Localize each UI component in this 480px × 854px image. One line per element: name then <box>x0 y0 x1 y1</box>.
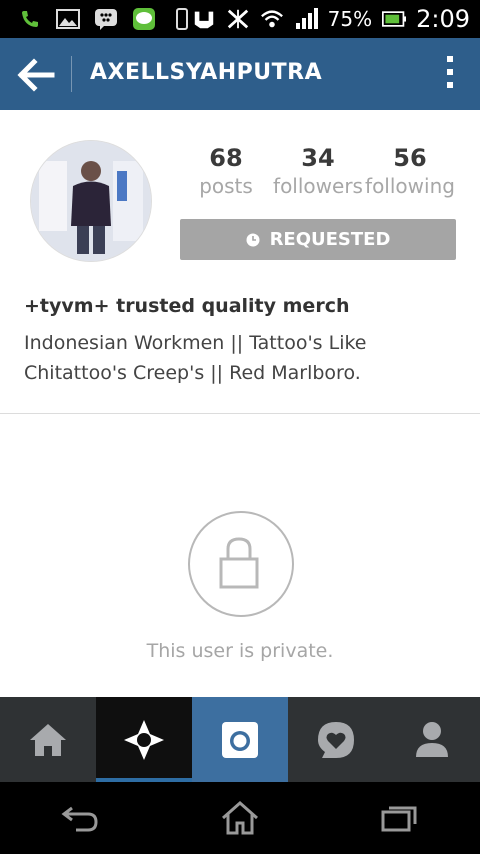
bio-line: Indonesian Workmen || Tattoo's Like <box>24 332 367 354</box>
following-count: 56 <box>393 144 427 172</box>
lock-icon <box>188 511 294 617</box>
posts-count: 68 <box>209 144 243 172</box>
wifi-icon <box>260 7 284 31</box>
system-back-icon[interactable] <box>60 802 100 834</box>
camera-icon <box>222 721 258 758</box>
bottom-tab-bar <box>0 697 480 782</box>
phone-device-icon <box>170 7 194 31</box>
battery-percent: 75% <box>327 7 373 31</box>
posts-stat: 68 posts <box>196 144 256 198</box>
tab-profile[interactable] <box>384 697 480 782</box>
bio-text: Indonesian Workmen || Tattoo's Like Chit… <box>24 328 464 388</box>
system-home-icon[interactable] <box>220 800 260 836</box>
section-divider <box>0 413 480 414</box>
home-icon <box>30 723 66 756</box>
explore-icon <box>124 719 164 760</box>
nfc-icon <box>192 7 216 31</box>
tab-activity[interactable] <box>288 697 384 782</box>
status-bar: 75% 2:09 <box>0 0 480 38</box>
overflow-menu-icon[interactable] <box>444 56 456 94</box>
requested-button-label: REQUESTED <box>269 229 391 250</box>
private-message: This user is private. <box>146 640 334 662</box>
tab-camera[interactable] <box>192 697 288 782</box>
gallery-icon <box>56 7 80 31</box>
following-label: following <box>365 174 455 198</box>
line-icon <box>132 7 156 31</box>
tab-explore[interactable] <box>96 697 192 782</box>
system-nav-bar <box>0 782 480 854</box>
page-title: AXELLSYAHPUTRA <box>90 60 323 85</box>
battery-icon <box>382 7 407 31</box>
clock: 2:09 <box>416 5 470 33</box>
clock-icon <box>246 233 260 246</box>
bbm-icon <box>94 7 118 31</box>
app-bar-divider <box>71 56 72 92</box>
bio-name: +tyvm+ trusted quality merch <box>24 295 350 317</box>
followers-count: 34 <box>301 144 335 172</box>
followers-stat[interactable]: 34 followers <box>272 144 364 198</box>
signal-icon <box>294 7 318 31</box>
phone-icon <box>18 7 42 31</box>
profile-icon <box>416 721 448 757</box>
requested-button[interactable]: REQUESTED <box>180 219 456 260</box>
recent-apps-icon[interactable] <box>380 802 420 834</box>
posts-label: posts <box>199 174 253 198</box>
following-stat[interactable]: 56 following <box>364 144 456 198</box>
followers-label: followers <box>273 174 363 198</box>
back-arrow-icon[interactable] <box>14 56 58 94</box>
bio-line: Chitattoo's Creep's || Red Marlboro. <box>24 362 361 384</box>
avatar[interactable] <box>30 140 152 262</box>
tab-home[interactable] <box>0 697 96 782</box>
muted-icon <box>226 7 250 31</box>
app-bar: AXELLSYAHPUTRA <box>0 38 480 110</box>
activity-icon <box>318 721 354 758</box>
